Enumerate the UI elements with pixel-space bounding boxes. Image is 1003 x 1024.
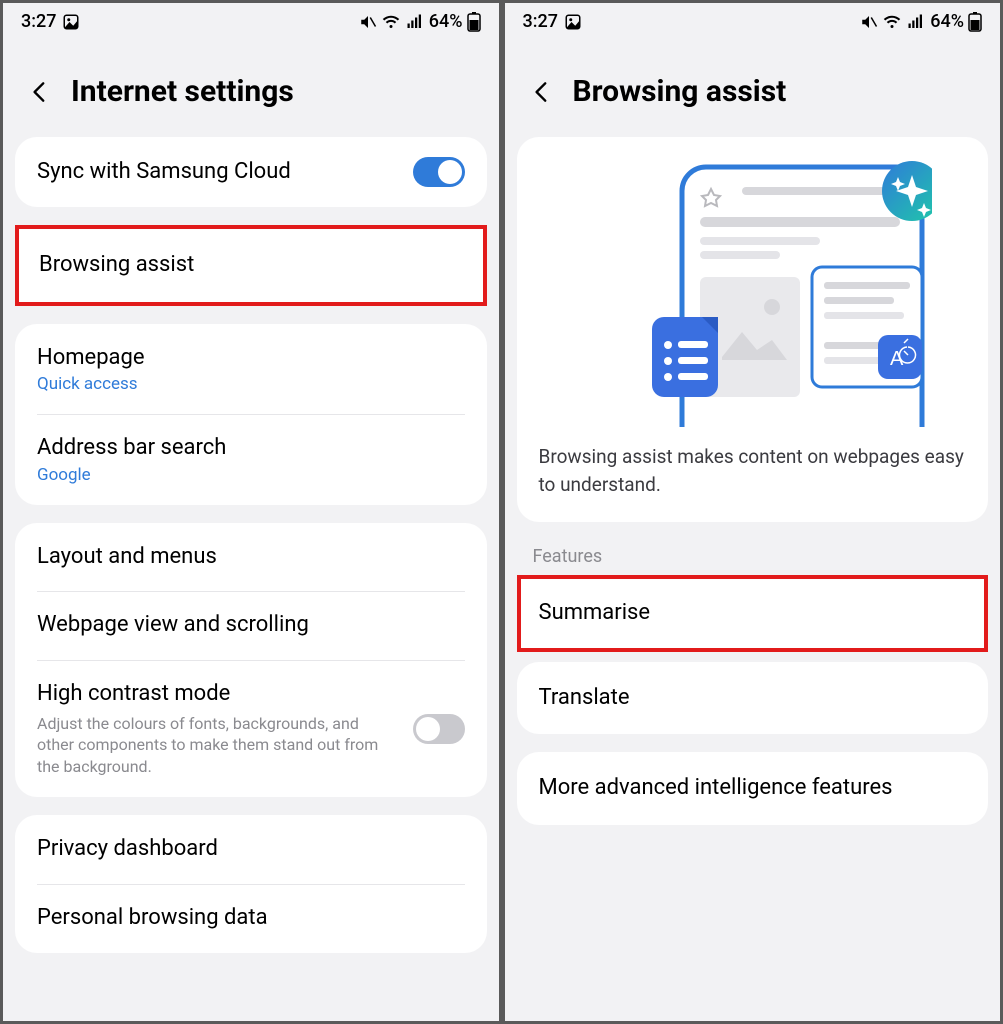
translate-title: Translate [539, 684, 630, 713]
personal-browsing-row[interactable]: Personal browsing data [15, 884, 487, 953]
privacy-card: Privacy dashboard Personal browsing data [15, 815, 487, 952]
wifi-icon [882, 13, 902, 31]
gallery-icon [62, 13, 80, 31]
battery-icon [968, 12, 982, 32]
sync-card: Sync with Samsung Cloud [15, 137, 487, 207]
high-contrast-row[interactable]: High contrast mode Adjust the colours of… [15, 660, 487, 797]
sync-row[interactable]: Sync with Samsung Cloud [15, 137, 487, 207]
battery-icon [467, 12, 481, 32]
statusbar: 3:27 64% [3, 3, 499, 38]
high-contrast-desc: Adjust the colours of fonts, backgrounds… [37, 713, 382, 778]
back-icon[interactable] [27, 79, 53, 105]
features-label: Features [505, 540, 1001, 575]
phone-right: 3:27 64% Browsing assist [502, 0, 1003, 1024]
statusbar-time: 3:27 [21, 11, 56, 32]
address-bar-title: Address bar search [37, 434, 465, 463]
statusbar-battery-text: 64% [429, 11, 463, 32]
more-ai-card: More advanced intelligence features [517, 752, 989, 825]
summarise-title: Summarise [539, 599, 651, 628]
homepage-row[interactable]: Homepage Quick access [15, 324, 487, 415]
sync-title: Sync with Samsung Cloud [37, 158, 413, 187]
wifi-icon [381, 13, 401, 31]
personal-browsing-title: Personal browsing data [37, 904, 268, 933]
homepage-card: Homepage Quick access Address bar search… [15, 324, 487, 505]
browsing-assist-illustration: A [535, 147, 971, 427]
statusbar-time: 3:27 [523, 11, 558, 32]
translate-card: Translate [517, 662, 989, 735]
more-ai-row[interactable]: More advanced intelligence features [517, 752, 989, 825]
browsing-assist-description: Browsing assist makes content on webpage… [535, 427, 971, 522]
privacy-dashboard-title: Privacy dashboard [37, 835, 218, 864]
mute-icon [860, 13, 878, 31]
high-contrast-title: High contrast mode [37, 680, 413, 709]
layout-menus-row[interactable]: Layout and menus [15, 523, 487, 592]
page-title: Browsing assist [573, 74, 787, 109]
svg-text:A: A [890, 348, 904, 370]
webpage-view-title: Webpage view and scrolling [37, 611, 309, 640]
privacy-dashboard-row[interactable]: Privacy dashboard [15, 815, 487, 884]
address-bar-sub: Google [37, 465, 465, 485]
webpage-view-row[interactable]: Webpage view and scrolling [15, 591, 487, 660]
mute-icon [359, 13, 377, 31]
sync-toggle[interactable] [413, 157, 465, 187]
layout-card: Layout and menus Webpage view and scroll… [15, 523, 487, 798]
header-left: Internet settings [3, 38, 499, 137]
more-ai-title: More advanced intelligence features [539, 774, 893, 803]
header-right: Browsing assist [505, 38, 1001, 137]
homepage-sub: Quick access [37, 374, 465, 394]
phone-left: 3:27 64% Internet settings [0, 0, 502, 1024]
illustration-card: A [517, 137, 989, 522]
signal-icon [906, 13, 926, 31]
address-bar-row[interactable]: Address bar search Google [15, 414, 487, 505]
translate-row[interactable]: Translate [517, 662, 989, 735]
browsing-assist-title: Browsing assist [39, 251, 194, 280]
layout-menus-title: Layout and menus [37, 543, 217, 572]
summarise-highlight: Summarise [517, 575, 989, 652]
gallery-icon [564, 13, 582, 31]
back-icon[interactable] [529, 79, 555, 105]
browsing-assist-row[interactable]: Browsing assist [19, 229, 483, 302]
browsing-assist-highlight: Browsing assist [15, 225, 487, 306]
homepage-title: Homepage [37, 344, 465, 373]
page-title: Internet settings [71, 74, 294, 109]
signal-icon [405, 13, 425, 31]
statusbar-battery-text: 64% [930, 11, 964, 32]
high-contrast-toggle[interactable] [413, 714, 465, 744]
statusbar-right: 3:27 64% [505, 3, 1001, 38]
summarise-row[interactable]: Summarise [521, 579, 985, 648]
